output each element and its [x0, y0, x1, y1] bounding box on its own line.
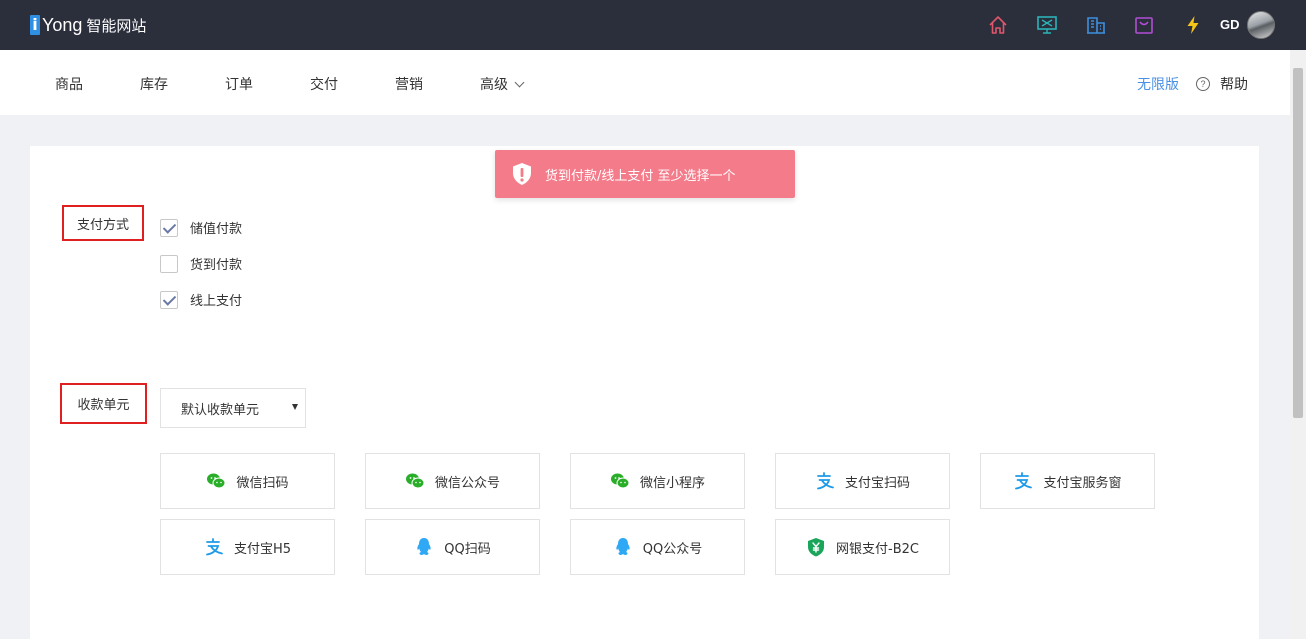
- avatar[interactable]: [1247, 11, 1275, 39]
- channel-alipay-h5[interactable]: 支付宝H5: [160, 519, 335, 575]
- channel-alipay-service-window[interactable]: 支付宝服务窗: [980, 453, 1155, 509]
- channel-label: QQ扫码: [444, 541, 491, 557]
- channel-label: QQ公众号: [642, 541, 703, 557]
- logo[interactable]: i Yong 智能网站: [30, 13, 146, 37]
- scroll-thumb[interactable]: [1293, 68, 1303, 418]
- checkbox-online-payment[interactable]: [160, 290, 178, 309]
- collection-unit-label: 收款单元: [60, 383, 147, 424]
- channel-wechat-official[interactable]: 微信公众号: [365, 453, 540, 509]
- channel-wechat-miniprogram[interactable]: 微信小程序: [570, 453, 745, 509]
- channel-label: 支付宝服务窗: [1043, 475, 1122, 491]
- channel-label: 微信扫码: [236, 475, 289, 491]
- channel-label: 支付宝扫码: [844, 475, 910, 491]
- nav-item-advanced[interactable]: 高级: [480, 74, 525, 94]
- qq-icon: [414, 537, 434, 557]
- help-circle-icon: ?: [1196, 77, 1210, 91]
- channel-alipay-scan[interactable]: 支付宝扫码: [775, 453, 950, 509]
- collection-unit-select[interactable]: 默认收款单元: [160, 388, 306, 428]
- collection-unit-value: 默认收款单元: [181, 402, 260, 418]
- channel-wechat-scan[interactable]: 微信扫码: [160, 453, 335, 509]
- help-label: 帮助: [1220, 77, 1248, 93]
- shield-exclamation-icon: [513, 163, 531, 185]
- logo-brand: Yong: [42, 14, 83, 35]
- nav-item-orders[interactable]: 订单: [225, 74, 253, 94]
- checkbox-cash-on-delivery[interactable]: [160, 254, 178, 273]
- option-stored-value[interactable]: 储值付款: [160, 218, 242, 237]
- option-online-payment[interactable]: 线上支付: [160, 290, 242, 309]
- wechat-icon: [206, 471, 226, 491]
- nav-item-products[interactable]: 商品: [55, 74, 83, 94]
- logo-mark: i: [30, 15, 40, 35]
- channel-label: 支付宝H5: [233, 541, 292, 557]
- channel-label: 微信公众号: [434, 475, 500, 491]
- building-icon[interactable]: [1085, 14, 1107, 36]
- qq-icon: [613, 537, 633, 557]
- chevron-down-icon: [514, 77, 525, 88]
- nav-item-marketing[interactable]: 营销: [395, 74, 423, 94]
- nav-item-delivery[interactable]: 交付: [310, 74, 338, 94]
- logo-subtitle: 智能网站: [86, 16, 147, 35]
- channel-label: 微信小程序: [639, 475, 705, 491]
- option-cash-on-delivery-label: 货到付款: [190, 258, 243, 273]
- toast-message: 货到付款/线上支付 至少选择一个: [545, 168, 736, 184]
- option-stored-value-label: 储值付款: [190, 222, 243, 237]
- payment-method-label: 支付方式: [62, 205, 144, 241]
- help-link[interactable]: ? 帮助: [1196, 74, 1248, 94]
- edition-link[interactable]: 无限版: [1137, 74, 1179, 94]
- unionpay-shield-icon: [806, 537, 826, 557]
- top-bar: i Yong 智能网站 GD: [0, 0, 1306, 50]
- option-cash-on-delivery[interactable]: 货到付款: [160, 254, 242, 273]
- wechat-icon: [610, 471, 630, 491]
- page-scrollbar[interactable]: [1290, 50, 1306, 639]
- monitor-icon[interactable]: [1036, 14, 1058, 36]
- user-initials[interactable]: GD: [1220, 17, 1240, 32]
- alipay-icon: [204, 537, 224, 557]
- home-icon[interactable]: [987, 14, 1009, 36]
- option-online-payment-label: 线上支付: [190, 294, 243, 309]
- wechat-icon: [405, 471, 425, 491]
- alipay-icon: [815, 471, 835, 491]
- checkbox-stored-value[interactable]: [160, 218, 178, 237]
- nav-item-advanced-label: 高级: [480, 77, 508, 93]
- shopping-bag-icon[interactable]: [1133, 14, 1155, 36]
- error-toast: 货到付款/线上支付 至少选择一个: [495, 150, 795, 198]
- nav-bar: 商品 库存 订单 交付 营销 高级 无限版 ? 帮助: [0, 50, 1290, 115]
- channel-label: 网银支付-B2C: [836, 541, 919, 557]
- channel-netbank-b2c[interactable]: 网银支付-B2C: [775, 519, 950, 575]
- caret-down-icon: [292, 404, 298, 410]
- nav-item-inventory[interactable]: 库存: [140, 74, 168, 94]
- lightning-icon[interactable]: [1182, 14, 1204, 36]
- channel-qq-official[interactable]: QQ公众号: [570, 519, 745, 575]
- channel-qq-scan[interactable]: QQ扫码: [365, 519, 540, 575]
- alipay-icon: [1013, 471, 1033, 491]
